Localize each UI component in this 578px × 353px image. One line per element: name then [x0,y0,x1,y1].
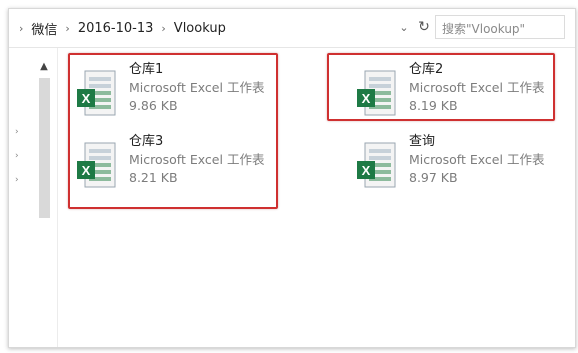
address-bar: › 微信 › 2016-10-13 › Vlookup ⌄ ↻ 搜索"Vlook… [9,9,575,48]
search-input[interactable]: 搜索"Vlookup" [435,15,565,39]
chevron-right-icon[interactable]: › [65,22,69,35]
chevron-right-icon[interactable]: › [15,168,19,192]
explorer-window: › 微信 › 2016-10-13 › Vlookup ⌄ ↻ 搜索"Vlook… [8,8,576,348]
chevron-right-icon[interactable]: › [15,120,19,144]
refresh-icon[interactable]: ↻ [415,18,433,36]
breadcrumb-item-vlookup[interactable]: Vlookup [174,21,226,36]
file-type: Microsoft Excel 工作表 [409,152,545,167]
breadcrumb-item-wechat[interactable]: 微信 [31,19,57,38]
navigation-pane: ▲ › › › [9,48,58,347]
search-placeholder: 搜索"Vlookup" [442,22,526,36]
excel-file-icon: X [355,139,401,193]
chevron-right-icon[interactable]: › [15,144,19,168]
nav-expand-arrows: › › › [15,120,19,192]
chevron-right-icon[interactable]: › [161,22,165,35]
chevron-down-icon[interactable]: ⌄ [395,19,413,37]
chevron-right-icon[interactable]: › [19,22,23,35]
scrollbar-thumb[interactable] [39,78,50,218]
scroll-up-icon[interactable]: ▲ [37,60,51,74]
file-item[interactable]: X 查询 Microsoft Excel 工作表 8.97 KB [355,133,565,205]
file-meta: 查询 Microsoft Excel 工作表 8.97 KB [409,133,569,187]
highlight-box-left [68,53,278,209]
excel-x-glyph: X [362,163,371,178]
breadcrumb: › 微信 › 2016-10-13 › Vlookup [19,19,226,38]
highlight-box-right [327,53,555,121]
file-size: 8.97 KB [409,170,458,185]
file-name: 查询 [409,134,436,149]
breadcrumb-item-date[interactable]: 2016-10-13 [78,21,154,36]
